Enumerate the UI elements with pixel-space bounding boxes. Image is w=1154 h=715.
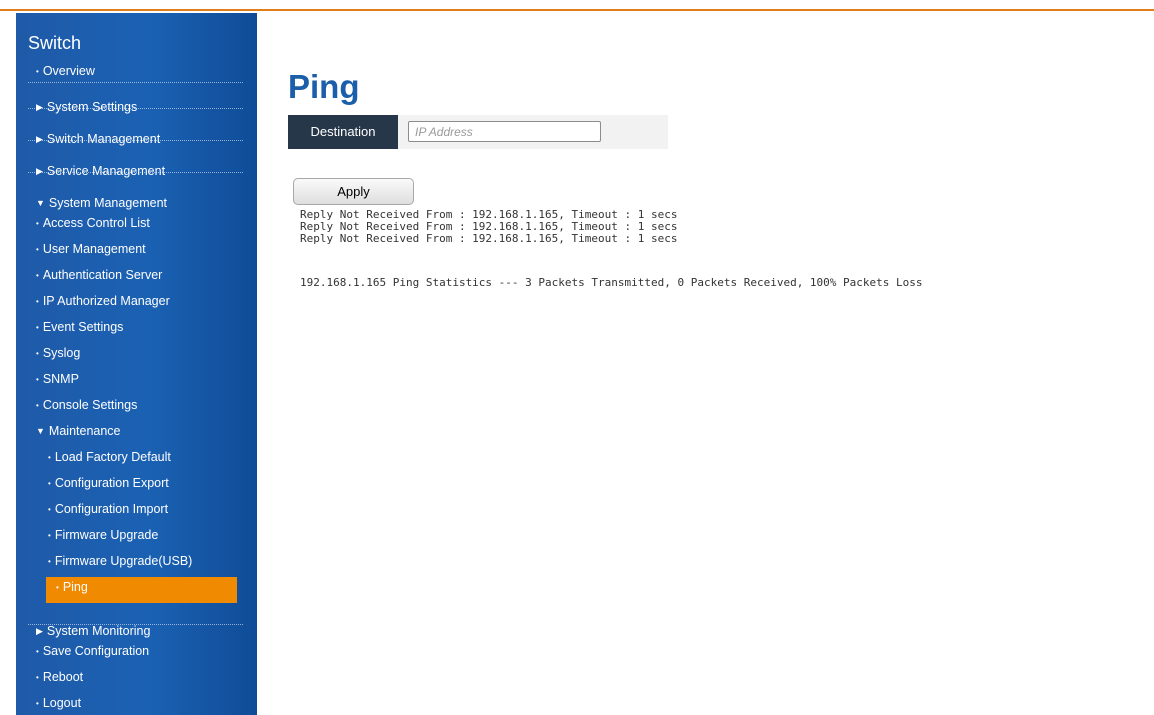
sidebar-item-label: User Management (42, 242, 146, 256)
sidebar-item-label: Event Settings (42, 320, 124, 334)
sidebar-item-user-management[interactable]: • User Management (16, 239, 257, 265)
bullet-icon: • (36, 647, 39, 656)
bullet-icon: • (36, 673, 39, 682)
sidebar-item-authentication-server[interactable]: • Authentication Server (16, 265, 257, 291)
sidebar-item-overview[interactable]: • Overview (16, 61, 257, 87)
sidebar-item-label: Service Management (46, 164, 166, 178)
sidebar-item-label: Firmware Upgrade (54, 528, 159, 542)
sidebar-item-label: System Management (48, 196, 168, 210)
sidebar-item-syslog[interactable]: • Syslog (16, 343, 257, 369)
sidebar-item-label: System Settings (46, 100, 138, 114)
sidebar-nav: • Overview ▶ System Settings ▶ Switch Manag… (16, 61, 257, 715)
bullet-icon: • (36, 349, 39, 358)
destination-ip-input[interactable] (408, 121, 601, 142)
sidebar-item-logout[interactable]: • Logout (16, 693, 257, 715)
bullet-icon: • (36, 401, 39, 410)
sidebar-item-label: Overview (42, 64, 95, 78)
sidebar-item-configuration-import[interactable]: • Configuration Import (16, 499, 257, 525)
bullet-icon: • (36, 219, 39, 228)
sidebar-item-ip-authorized-manager[interactable]: • IP Authorized Manager (16, 291, 257, 317)
sidebar-item-ping[interactable]: • Ping (46, 577, 237, 603)
sidebar-item-load-factory-default[interactable]: • Load Factory Default (16, 447, 257, 473)
sidebar-title: Switch (28, 33, 82, 53)
sidebar-item-label: Configuration Export (54, 476, 169, 490)
top-accent-bar (0, 0, 1154, 11)
bullet-icon: • (36, 375, 39, 384)
bullet-icon: • (36, 271, 39, 280)
bullet-icon: • (36, 323, 39, 332)
bullet-icon: • (56, 583, 59, 592)
sidebar-item-system-monitoring[interactable]: ▶ System Monitoring (16, 613, 257, 641)
sidebar-item-label: Save Configuration (42, 644, 150, 658)
sidebar-item-access-control-list[interactable]: • Access Control List (16, 213, 257, 239)
bullet-icon: • (48, 505, 51, 514)
expand-arrow-icon: ▶ (36, 134, 43, 144)
sidebar-item-snmp[interactable]: • SNMP (16, 369, 257, 395)
sidebar-item-label: SNMP (42, 372, 79, 386)
sidebar-item-console-settings[interactable]: • Console Settings (16, 395, 257, 421)
collapse-arrow-icon: ▼ (36, 426, 45, 436)
sidebar-item-event-settings[interactable]: • Event Settings (16, 317, 257, 343)
bullet-icon: • (36, 699, 39, 708)
sidebar-item-label: Authentication Server (42, 268, 163, 282)
bullet-icon: • (36, 245, 39, 254)
sidebar-separator (16, 603, 257, 625)
sidebar-item-label: Logout (42, 696, 82, 710)
expand-arrow-icon: ▶ (36, 102, 43, 112)
sidebar-item-label: Access Control List (42, 216, 150, 230)
page-title: Ping (288, 68, 360, 105)
expand-arrow-icon: ▶ (36, 166, 43, 176)
destination-label: Destination (288, 115, 398, 149)
sidebar-item-maintenance[interactable]: ▼ Maintenance (16, 421, 257, 447)
sidebar-item-label: Reboot (42, 670, 84, 684)
main-content: Ping Destination Apply Reply Not Receive… (257, 13, 1154, 715)
sidebar-item-system-settings[interactable]: ▶ System Settings (16, 87, 257, 119)
bullet-icon: • (48, 479, 51, 488)
sidebar-item-label: Firmware Upgrade(USB) (54, 554, 193, 568)
ping-output: Reply Not Received From : 192.168.1.165,… (300, 209, 678, 245)
sidebar-item-label: IP Authorized Manager (42, 294, 170, 308)
sidebar-item-label: Configuration Import (54, 502, 169, 516)
sidebar: Switch • Overview ▶ System Settings ▶ Switc… (16, 13, 257, 715)
bullet-icon: • (48, 557, 51, 566)
sidebar-item-system-management[interactable]: ▼ System Management (16, 183, 257, 213)
sidebar-item-switch-management[interactable]: ▶ Switch Management (16, 119, 257, 151)
sidebar-item-firmware-upgrade-usb[interactable]: • Firmware Upgrade(USB) (16, 551, 257, 577)
ping-reply-line: Reply Not Received From : 192.168.1.165,… (300, 232, 678, 245)
sidebar-item-label: Ping (62, 580, 88, 594)
sidebar-item-label: Load Factory Default (54, 450, 171, 464)
collapse-arrow-icon: ▼ (36, 198, 45, 208)
expand-arrow-icon: ▶ (36, 626, 43, 636)
sidebar-item-label: Maintenance (48, 424, 121, 438)
bullet-icon: • (36, 67, 39, 76)
sidebar-item-label: Syslog (42, 346, 81, 360)
destination-row: Destination (288, 115, 668, 149)
ping-statistics: 192.168.1.165 Ping Statistics --- 3 Pack… (300, 276, 923, 289)
sidebar-item-firmware-upgrade[interactable]: • Firmware Upgrade (16, 525, 257, 551)
sidebar-item-save-configuration[interactable]: • Save Configuration (16, 641, 257, 667)
bullet-icon: • (36, 297, 39, 306)
sidebar-item-configuration-export[interactable]: • Configuration Export (16, 473, 257, 499)
sidebar-item-label: Switch Management (46, 132, 161, 146)
sidebar-item-reboot[interactable]: • Reboot (16, 667, 257, 693)
sidebar-item-label: System Monitoring (46, 624, 151, 638)
bullet-icon: • (48, 453, 51, 462)
sidebar-item-service-management[interactable]: ▶ Service Management (16, 151, 257, 183)
bullet-icon: • (48, 531, 51, 540)
sidebar-item-label: Console Settings (42, 398, 138, 412)
apply-button[interactable]: Apply (293, 178, 414, 205)
